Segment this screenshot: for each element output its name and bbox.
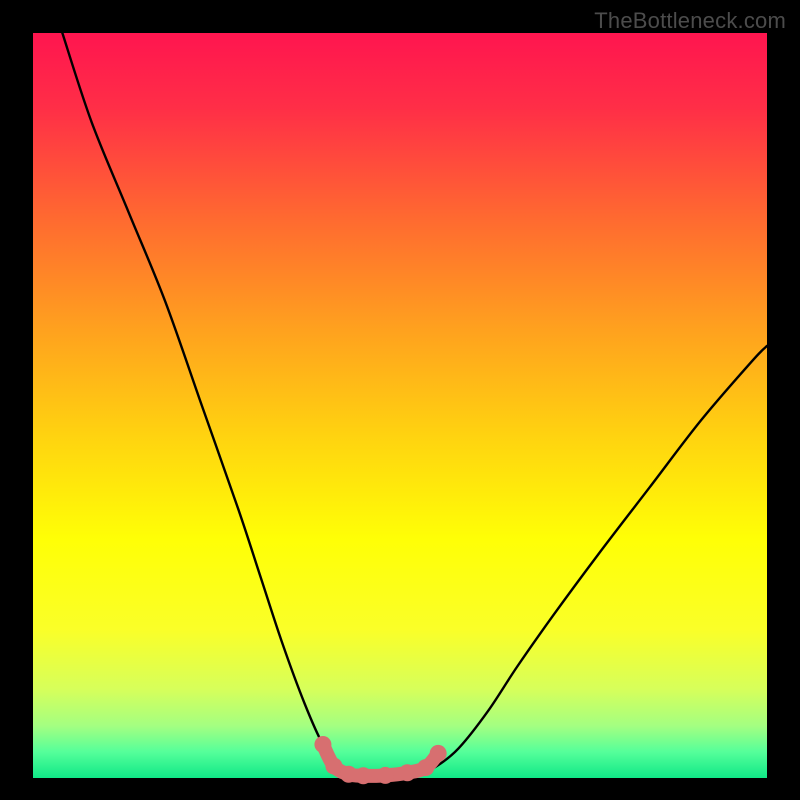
optimal-zone-marker: [417, 759, 434, 776]
optimal-zone-marker: [340, 766, 357, 783]
optimal-zone-marker: [430, 745, 447, 762]
bottleneck-chart: [0, 0, 800, 800]
optimal-zone-marker: [355, 767, 372, 784]
optimal-zone-marker: [314, 736, 331, 753]
plot-background: [33, 33, 767, 778]
watermark-text: TheBottleneck.com: [594, 8, 786, 34]
chart-frame: TheBottleneck.com: [0, 0, 800, 800]
optimal-zone-marker: [325, 758, 342, 775]
optimal-zone-marker: [399, 764, 416, 781]
optimal-zone-marker: [377, 767, 394, 784]
